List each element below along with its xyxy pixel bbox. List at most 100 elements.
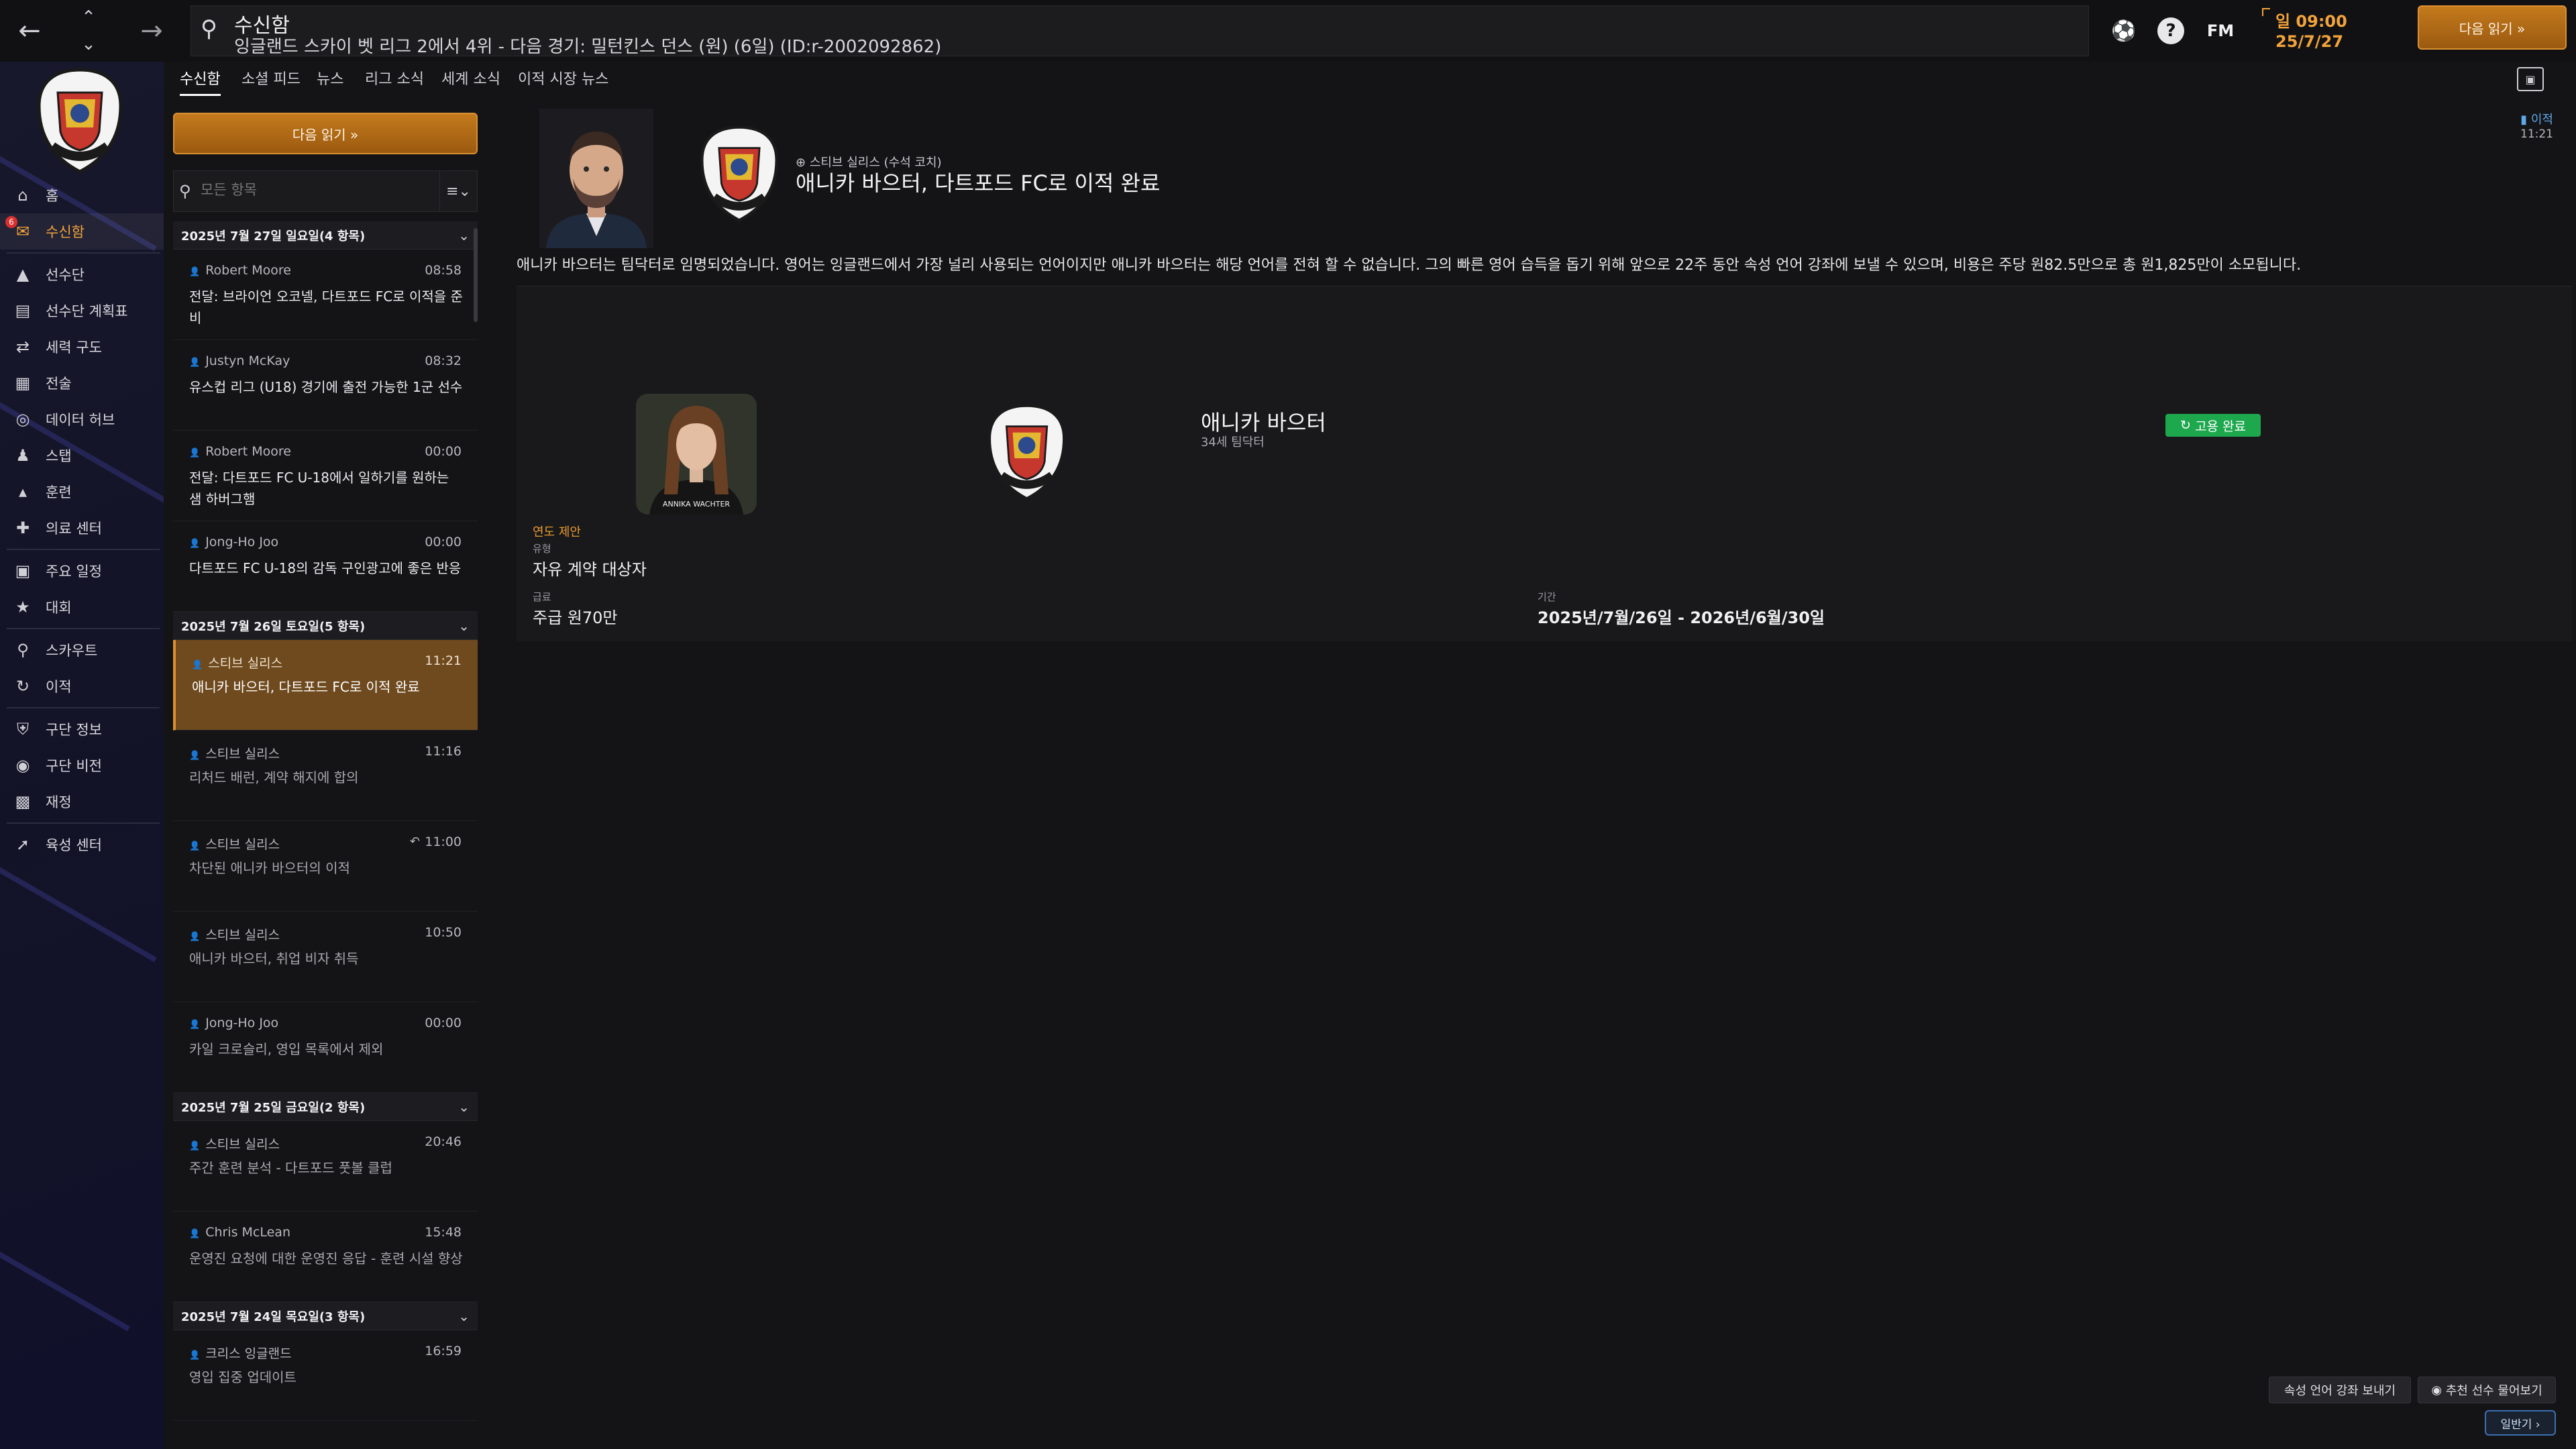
club-crest-icon[interactable] bbox=[981, 402, 1073, 502]
inbox-filter-input[interactable] bbox=[201, 182, 449, 198]
filter-menu-icon[interactable]: ≡⌄ bbox=[439, 171, 477, 211]
sidebar-item-club-info[interactable]: ⛨ 구단 정보 bbox=[0, 711, 164, 747]
fm-logo[interactable]: FM bbox=[2204, 16, 2237, 46]
sidebar-nav: ⌂ 홈 6 ✉ 수신함 ▲ 선수단 ▤ 선수단 계획표 ⇄ 세력 구도 ▦ 전술 ◎ 데이터 허… bbox=[0, 177, 164, 863]
calendar-icon: ▣ bbox=[15, 561, 31, 580]
message-subject: 전달: 다트포드 FC U-18에서 일하기를 원하는 샘 하버그햄 bbox=[189, 470, 449, 507]
more-button[interactable]: 일반기 › bbox=[2485, 1410, 2556, 1436]
list-item-selected[interactable]: 스티브 실리스 11:21 애니카 바으터, 다트포드 FC로 이적 완료 bbox=[173, 640, 478, 731]
page-subtitle: 잉글랜드 스카이 벳 리그 2에서 4위 - 다음 경기: 밀턴킨스 던스 (원… bbox=[234, 37, 942, 57]
list-item[interactable]: 크리스 잉글랜드 16:59 영입 집중 업데이트 bbox=[173, 1330, 478, 1421]
search-box[interactable]: ⚲ 수신함 잉글랜드 스카이 벳 리그 2에서 4위 - 다음 경기: 밀턴킨스… bbox=[191, 5, 2089, 57]
sidebar-item-home[interactable]: ⌂ 홈 bbox=[0, 177, 164, 213]
tab-transfer-news[interactable]: 이적 시장 뉴스 bbox=[518, 67, 608, 94]
inbox-scrollbar[interactable] bbox=[474, 228, 478, 322]
sidebar-item-competitions[interactable]: ★ 대회 bbox=[0, 589, 164, 625]
tab-world-news[interactable]: 세계 소식 bbox=[441, 67, 500, 94]
message-subject-title: 애니카 바으터, 다트포드 FC로 이적 완료 bbox=[796, 170, 1161, 196]
list-item[interactable]: Robert Moore 00:00 전달: 다트포드 FC U-18에서 일하… bbox=[173, 431, 478, 521]
chevron-down-icon: ⌄ bbox=[458, 1307, 470, 1324]
sidebar-item-label: 수신함 bbox=[46, 224, 85, 240]
tab-social-feed[interactable]: 소셜 피드 bbox=[241, 67, 301, 94]
back-arrow-icon[interactable]: ← bbox=[9, 12, 50, 50]
send-language-course-button[interactable]: 속성 언어 강좌 보내기 bbox=[2269, 1377, 2411, 1403]
message-subject: 전달: 브라이언 오코넬, 다트포드 FC로 이적을 준비 bbox=[189, 288, 463, 326]
message-time: 00:00 bbox=[425, 444, 462, 459]
message-category-tag[interactable]: ▮ 이적 bbox=[2520, 110, 2553, 127]
type-label: 유형 bbox=[533, 543, 551, 555]
list-item[interactable]: Jong-Ho Joo 00:00 다트포드 FC U-18의 감독 구인광고에… bbox=[173, 521, 478, 612]
screenshot-icon[interactable]: ▣ bbox=[2517, 67, 2544, 91]
date-group-header[interactable]: 2025년 7월 27일 일요일(4 항목) ⌄ bbox=[173, 221, 478, 250]
sidebar-item-scouting[interactable]: ⚲ 스카우트 bbox=[0, 632, 164, 668]
search-icon: ⚲ bbox=[179, 182, 191, 201]
help-icon[interactable]: ? bbox=[2157, 17, 2184, 44]
period-value: 2025년/7월/26일 - 2026년/6월/30일 bbox=[1538, 608, 1825, 627]
list-item[interactable]: Jong-Ho Joo 00:00 카일 크로슬리, 영입 목록에서 제외 bbox=[173, 1002, 478, 1093]
shield-icon: ⛨ bbox=[17, 720, 29, 739]
message-subject: 다트포드 FC U-18의 감독 구인광고에 좋은 반응 bbox=[189, 560, 462, 576]
message-sender: 스티브 실리스 bbox=[192, 653, 282, 672]
sidebar-item-development[interactable]: ➚ 육성 센터 bbox=[0, 826, 164, 863]
sidebar-item-label: 선수단 bbox=[46, 267, 85, 283]
chevron-down-icon: ⌄ bbox=[458, 617, 470, 634]
forward-arrow-icon[interactable]: → bbox=[131, 12, 172, 50]
tab-news[interactable]: 뉴스 bbox=[317, 67, 343, 94]
sidebar-item-schedule[interactable]: ▣ 주요 일정 bbox=[0, 553, 164, 589]
date-group-header[interactable]: 2025년 7월 24일 목요일(3 항목) ⌄ bbox=[173, 1302, 478, 1330]
sidebar-item-medical[interactable]: ✚ 의료 센터 bbox=[0, 510, 164, 546]
list-item[interactable]: Chris McLean 15:48 운영진 요청에 대한 운영진 응답 - 훈… bbox=[173, 1212, 478, 1302]
reply-icon: ↶ bbox=[409, 835, 420, 849]
list-item[interactable]: Justyn McKay 08:32 유스컵 리그 (U18) 경기에 출전 가… bbox=[173, 340, 478, 431]
football-icon[interactable]: ⚽ bbox=[2109, 16, 2139, 46]
chevron-up-icon[interactable]: ⌃ bbox=[75, 5, 102, 30]
staff-photo[interactable]: ANNIKA WACHTER bbox=[636, 394, 757, 515]
message-subject: 운영진 요청에 대한 운영진 응답 - 훈련 시설 향상 bbox=[189, 1250, 463, 1267]
sidebar-item-training[interactable]: ▴ 훈련 bbox=[0, 474, 164, 510]
list-item[interactable]: 스티브 실리스 20:46 주간 훈련 분석 - 다트포드 풋볼 클럽 bbox=[173, 1121, 478, 1212]
sidebar-item-squad[interactable]: ▲ 선수단 bbox=[0, 256, 164, 292]
sidebar-item-inbox[interactable]: 6 ✉ 수신함 bbox=[0, 213, 164, 250]
sidebar-item-label: 구단 정보 bbox=[46, 722, 102, 738]
sender-photo[interactable] bbox=[539, 109, 653, 248]
chevron-down-icon: ⌄ bbox=[458, 1098, 470, 1115]
message-time: 20:46 bbox=[425, 1134, 462, 1149]
staff-card: ANNIKA WACHTER 애니카 바으터 34세 팀닥터 ↻ 고용 완료 연… bbox=[517, 286, 2572, 641]
tab-league-news[interactable]: 리그 소식 bbox=[365, 67, 424, 94]
ask-recommendation-button[interactable]: ◉ 추천 선수 물어보기 bbox=[2418, 1377, 2556, 1403]
club-crest-icon[interactable] bbox=[30, 66, 130, 176]
transfer-icon: ↻ bbox=[15, 677, 30, 696]
refresh-icon: ↻ bbox=[2180, 418, 2195, 433]
divider bbox=[7, 549, 160, 550]
list-item[interactable]: 스티브 실리스 10:50 애니카 바으터, 취업 비자 취득 bbox=[173, 912, 478, 1002]
sidebar-item-tactics[interactable]: ▦ 전술 bbox=[0, 365, 164, 401]
sidebar-item-dynamics[interactable]: ⇄ 세력 구도 bbox=[0, 329, 164, 365]
message-sender: Robert Moore bbox=[189, 444, 291, 459]
list-item[interactable]: Robert Moore 08:58 전달: 브라이언 오코넬, 다트포드 FC… bbox=[173, 250, 478, 340]
sidebar-item-transfers[interactable]: ↻ 이적 bbox=[0, 668, 164, 704]
message-time: 00:00 bbox=[425, 1016, 462, 1030]
message-time: 08:32 bbox=[425, 354, 462, 368]
inbox-continue-button[interactable]: 다음 읽기 » bbox=[173, 113, 478, 154]
message-detail: ⊕ 스티브 실리스 (수석 코치) 애니카 바으터, 다트포드 FC로 이적 완… bbox=[496, 97, 2576, 1449]
message-time: 11:00 bbox=[425, 835, 462, 849]
continue-button[interactable]: 다음 읽기 » bbox=[2418, 5, 2567, 50]
tag-label: 이적 bbox=[2530, 113, 2553, 127]
message-body: 애니카 바으터는 팀닥터로 임명되었습니다. 영어는 잉글랜드에서 가장 널리 … bbox=[517, 257, 2302, 274]
sidebar-item-label: 세력 구도 bbox=[46, 339, 102, 356]
sidebar-item-finances[interactable]: ▩ 재정 bbox=[0, 784, 164, 820]
sidebar-item-squad-planner[interactable]: ▤ 선수단 계획표 bbox=[0, 292, 164, 329]
date-group-header[interactable]: 2025년 7월 26일 토요일(5 항목) ⌄ bbox=[173, 612, 478, 640]
list-item[interactable]: 스티브 실리스 ↶ 11:00 차단된 애니카 바으터의 이적 bbox=[173, 821, 478, 912]
sidebar-item-staff[interactable]: ♟ 스탭 bbox=[0, 437, 164, 474]
sidebar-item-club-vision[interactable]: ◉ 구단 비전 bbox=[0, 747, 164, 784]
staff-meta: 34세 팀닥터 bbox=[1201, 435, 1265, 449]
club-crest-icon[interactable] bbox=[692, 123, 786, 224]
message-subject: 카일 크로슬리, 영입 목록에서 제외 bbox=[189, 1041, 384, 1057]
medical-icon: ✚ bbox=[15, 519, 30, 537]
date-group-header[interactable]: 2025년 7월 25일 금요일(2 항목) ⌄ bbox=[173, 1093, 478, 1121]
tab-inbox[interactable]: 수신함 bbox=[180, 67, 221, 96]
chevron-down-icon[interactable]: ⌄ bbox=[75, 32, 102, 56]
sidebar-item-data-hub[interactable]: ◎ 데이터 허브 bbox=[0, 401, 164, 437]
list-item[interactable]: 스티브 실리스 11:16 리처드 배런, 계약 해지에 합의 bbox=[173, 731, 478, 821]
